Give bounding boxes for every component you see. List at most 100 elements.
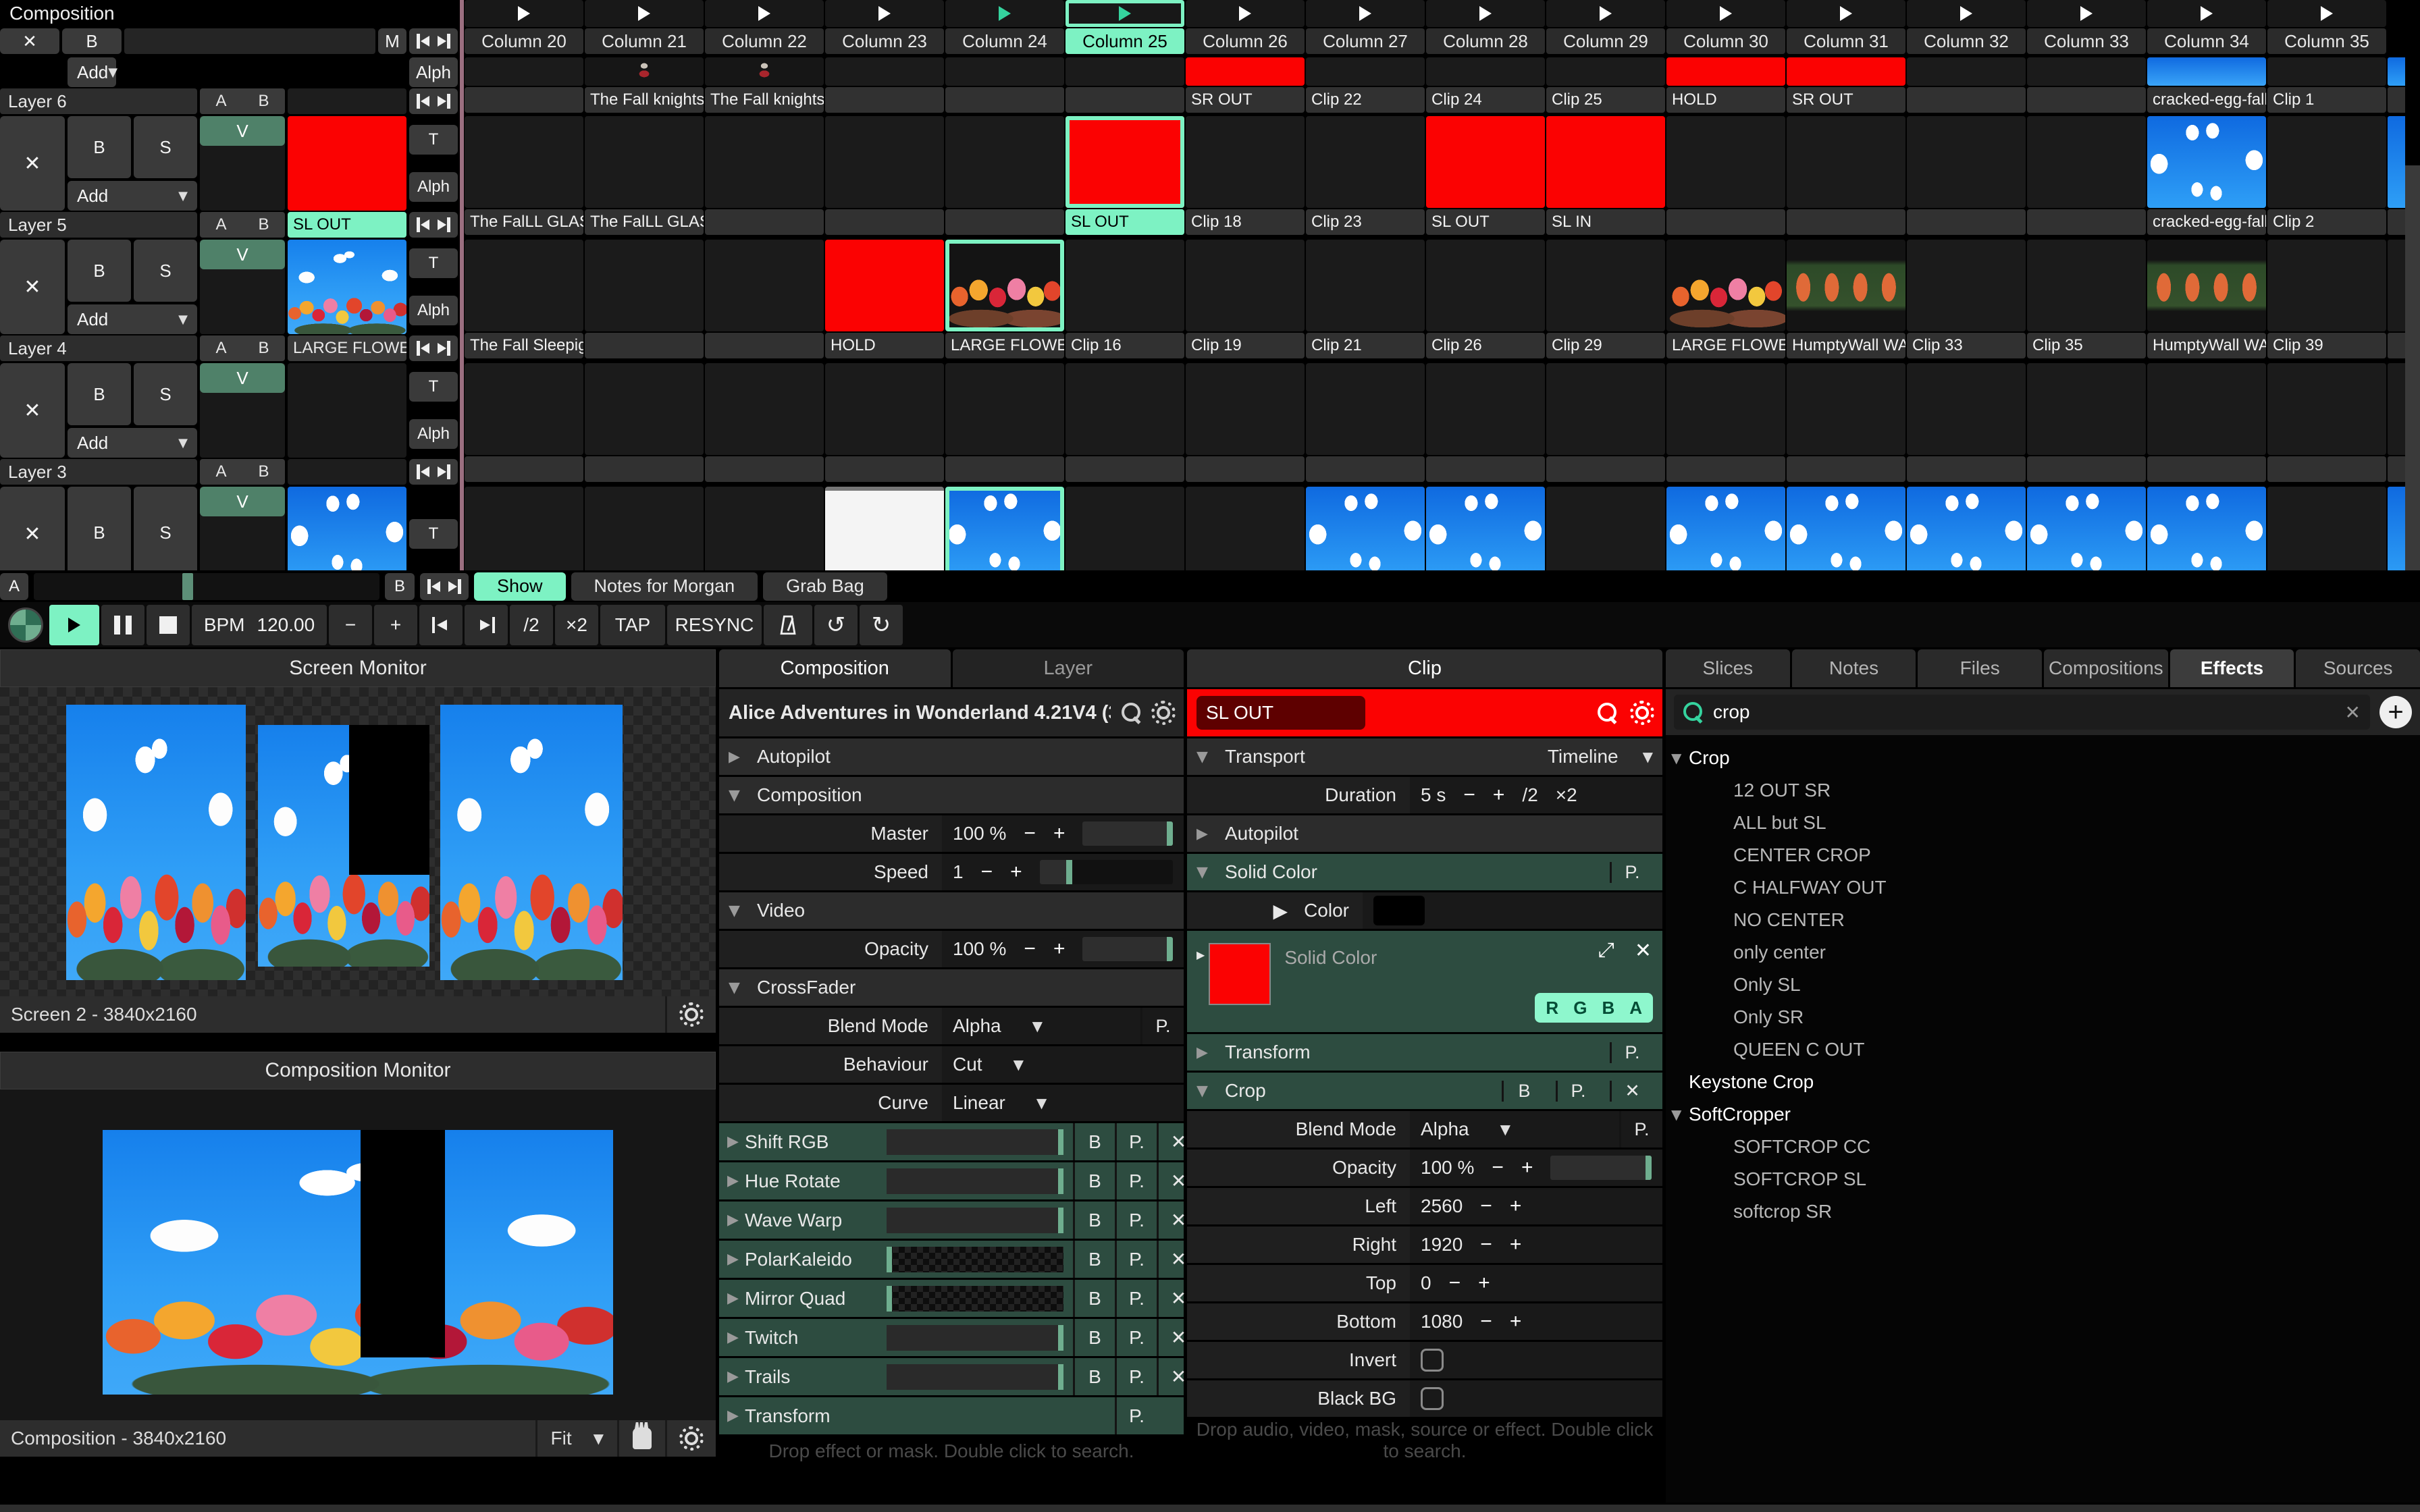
column-label[interactable]: Column 28 bbox=[1426, 28, 1545, 54]
clip-thumbnail[interactable] bbox=[1666, 363, 1785, 455]
clip-thumbnail[interactable] bbox=[465, 363, 583, 455]
clip-thumbnail[interactable] bbox=[1666, 487, 1785, 570]
section-crossfader[interactable]: ▼ CrossFader bbox=[719, 969, 1184, 1006]
gear-icon[interactable] bbox=[1153, 702, 1174, 724]
effect-name[interactable]: Shift RGB bbox=[745, 1131, 887, 1153]
effect-animation-button[interactable]: P. bbox=[1115, 1241, 1157, 1278]
clip-thumbnail[interactable] bbox=[825, 116, 944, 208]
column-label[interactable]: Column 27 bbox=[1306, 28, 1425, 54]
clip-thumbnail[interactable] bbox=[1787, 487, 1905, 570]
layer4-ab-buttons[interactable]: AB bbox=[200, 335, 285, 361]
effect-bypass-button[interactable]: B bbox=[1073, 1280, 1115, 1317]
duration-value[interactable]: 5 s bbox=[1421, 784, 1446, 806]
bottom-value[interactable]: 1080 bbox=[1421, 1311, 1463, 1332]
clip-cell[interactable]: Clip 16 bbox=[1066, 240, 1184, 361]
tree-arrow-icon[interactable]: ▼ bbox=[1666, 750, 1689, 766]
layer5-clear-button[interactable]: ✕ bbox=[0, 116, 65, 211]
clip-cell-partial[interactable] bbox=[2388, 57, 2405, 114]
clip-thumbnail[interactable] bbox=[1066, 487, 1184, 570]
tree-item-label[interactable]: Only SR bbox=[1733, 1006, 1804, 1028]
clip-thumbnail[interactable] bbox=[1186, 57, 1305, 86]
layer5-solo-button[interactable]: S bbox=[134, 116, 197, 178]
clip-cell[interactable] bbox=[1907, 363, 2026, 485]
increase-button[interactable]: + bbox=[1010, 861, 1022, 884]
crop-opacity-slider[interactable] bbox=[1550, 1156, 1652, 1180]
tree-item-label[interactable]: Crop bbox=[1689, 747, 1730, 769]
layer4-transition-button[interactable]: T bbox=[409, 248, 458, 278]
tree-item[interactable]: ▼ SoftCropper bbox=[1666, 1098, 2420, 1131]
deck-tab[interactable]: Show bbox=[474, 572, 566, 601]
blackbg-checkbox[interactable] bbox=[1421, 1387, 1444, 1410]
effect-bypass-button[interactable]: B bbox=[1073, 1319, 1115, 1356]
skip-back-icon[interactable] bbox=[417, 34, 430, 49]
clip-cell[interactable]: SR OUT bbox=[1186, 57, 1305, 114]
effect-animation-button[interactable]: P. bbox=[1115, 1319, 1157, 1356]
clip-cell[interactable] bbox=[1186, 487, 1305, 570]
clip-thumbnail[interactable] bbox=[705, 487, 824, 570]
clip-cell[interactable]: The FalLL GLASS E... bbox=[465, 116, 583, 238]
clip-cell[interactable]: The FalLL GLASS E... bbox=[585, 116, 704, 238]
clip-cell[interactable] bbox=[1787, 487, 1905, 570]
effect-bypass-button[interactable]: B bbox=[1073, 1162, 1115, 1199]
clip-cell[interactable]: Clip 18 bbox=[1186, 116, 1305, 238]
crossfader-handle[interactable] bbox=[182, 573, 193, 600]
clip-thumbnail[interactable] bbox=[585, 240, 704, 331]
clip-cell[interactable]: Clip 1 bbox=[2267, 57, 2386, 114]
crop-bypass-button[interactable]: B bbox=[1502, 1081, 1545, 1102]
layer3-bypass-button[interactable]: B bbox=[68, 363, 131, 425]
clip-cell[interactable] bbox=[1066, 57, 1184, 114]
increase-button[interactable]: + bbox=[1053, 938, 1066, 961]
layer3-blendmode-dropdown[interactable]: Add▼ bbox=[68, 428, 197, 458]
increase-button[interactable]: + bbox=[1493, 784, 1505, 807]
layer4-video-button[interactable]: V bbox=[200, 240, 285, 269]
left-value[interactable]: 2560 bbox=[1421, 1195, 1463, 1217]
effect-row[interactable]: ▶ Trails B P. ✕ bbox=[719, 1358, 1184, 1395]
deck-tab[interactable]: Grab Bag bbox=[763, 572, 887, 601]
bpm-increase-button[interactable]: + bbox=[374, 605, 417, 645]
bpm-halve-button[interactable]: /2 bbox=[510, 605, 553, 645]
metronome-button[interactable] bbox=[764, 605, 812, 645]
layer4-name[interactable]: Layer 4 bbox=[0, 335, 197, 361]
clip-thumbnail[interactable] bbox=[2267, 57, 2386, 86]
clip-cell[interactable]: Clip 26 bbox=[1426, 240, 1545, 361]
column-play-button[interactable] bbox=[1787, 0, 1905, 27]
column-label[interactable]: Column 21 bbox=[585, 28, 704, 54]
fit-dropdown[interactable]: Fit▼ bbox=[535, 1420, 618, 1457]
effect-row[interactable]: ▶ PolarKaleido B P. ✕ bbox=[719, 1241, 1184, 1278]
clip-thumbnail[interactable] bbox=[1787, 116, 1905, 208]
layer6-skip-buttons[interactable] bbox=[409, 88, 458, 114]
layer6-name[interactable]: Layer 6 bbox=[0, 88, 197, 114]
clip-cell[interactable] bbox=[2267, 363, 2386, 485]
clip-cell[interactable] bbox=[1546, 487, 1665, 570]
add-button[interactable]: + bbox=[2379, 696, 2412, 728]
clip-cell[interactable]: Clip 24 bbox=[1426, 57, 1545, 114]
clip-thumbnail[interactable] bbox=[1186, 116, 1305, 208]
layer3-ab-buttons[interactable]: AB bbox=[200, 459, 285, 485]
layer5-ab-buttons[interactable]: AB bbox=[200, 212, 285, 238]
layer5-bypass-button[interactable]: B bbox=[68, 116, 131, 178]
param-animation-button[interactable]: P. bbox=[1610, 862, 1653, 883]
skip-back-icon[interactable] bbox=[417, 464, 430, 479]
column-play-button[interactable] bbox=[2267, 0, 2386, 27]
composition-name[interactable]: Alice Adventures in Wonderland 4.21V4 (3… bbox=[729, 702, 1111, 724]
tree-item[interactable]: Only SR bbox=[1666, 1001, 2420, 1033]
crop-blendmode-dropdown[interactable]: Alpha▼ bbox=[1410, 1111, 1619, 1148]
decrease-button[interactable]: − bbox=[1480, 1195, 1492, 1218]
tree-item-label[interactable]: Only SL bbox=[1733, 974, 1801, 996]
clip-thumbnail[interactable] bbox=[2147, 57, 2266, 86]
layer2-bypass-button[interactable]: B bbox=[68, 487, 131, 570]
skip-back-icon[interactable] bbox=[417, 94, 430, 109]
clip-thumbnail[interactable] bbox=[585, 487, 704, 570]
increase-button[interactable]: + bbox=[1521, 1156, 1533, 1179]
opacity-value[interactable]: 100 % bbox=[953, 938, 1006, 960]
behaviour-dropdown[interactable]: Cut▼ bbox=[942, 1046, 1184, 1083]
tab-clip[interactable]: Clip bbox=[1187, 649, 1662, 687]
top-value[interactable]: 0 bbox=[1421, 1272, 1431, 1294]
layer4-clear-button[interactable]: ✕ bbox=[0, 240, 65, 334]
clip-thumbnail[interactable] bbox=[1546, 57, 1665, 86]
decrease-button[interactable]: − bbox=[1480, 1310, 1492, 1333]
layer5-blendmode-dropdown[interactable]: Add▼ bbox=[68, 181, 197, 211]
browser-tab[interactable]: Sources bbox=[2296, 649, 2420, 687]
column-label[interactable]: Column 23 bbox=[825, 28, 944, 54]
skip-back-icon[interactable] bbox=[417, 217, 430, 232]
